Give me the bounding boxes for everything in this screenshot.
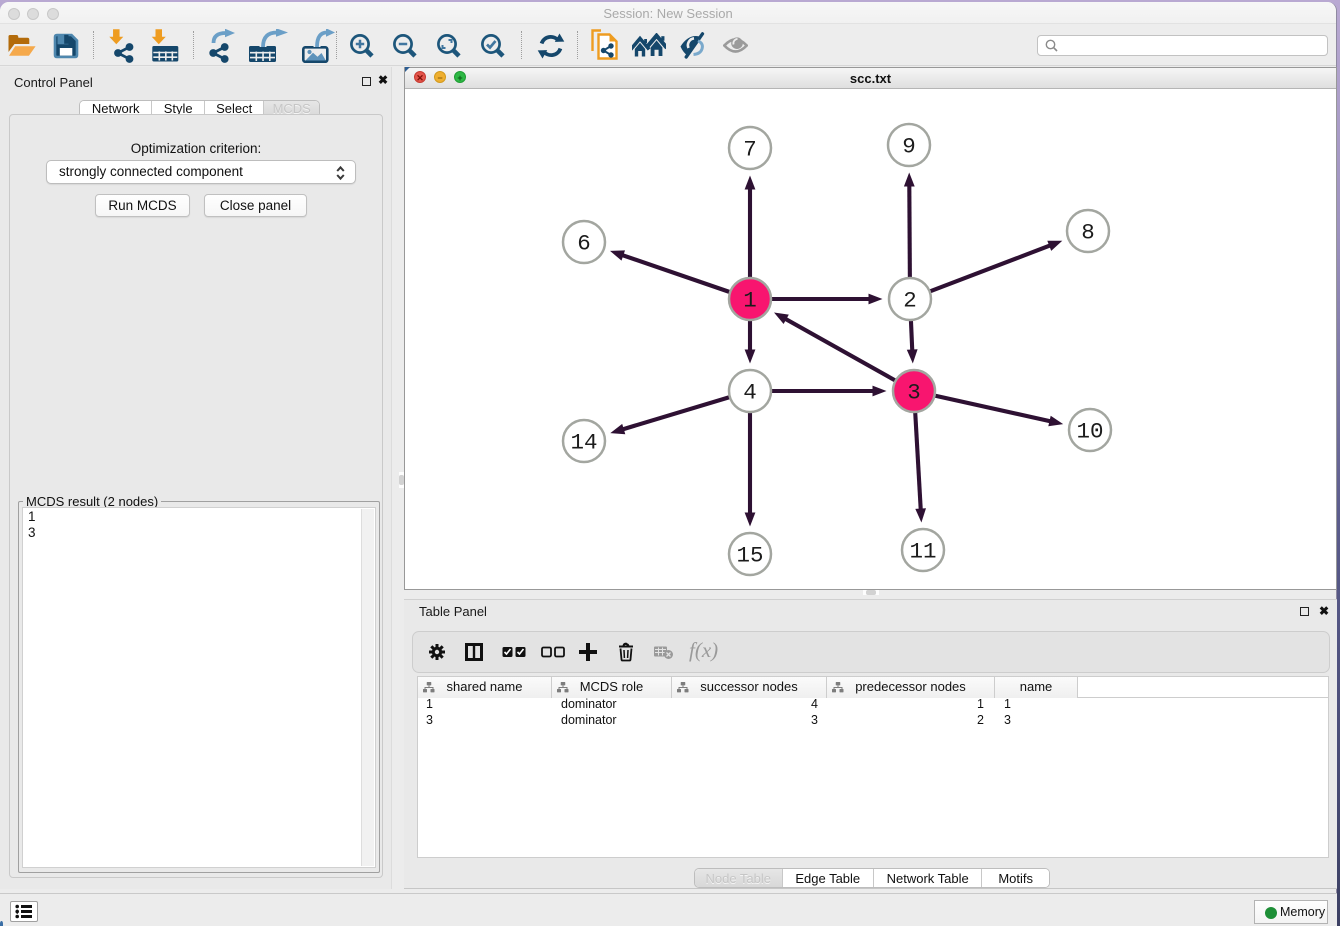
svg-text:2: 2: [903, 288, 917, 314]
svg-text:14: 14: [570, 430, 597, 456]
svg-text:8: 8: [1081, 220, 1095, 246]
svg-text:f(x): f(x): [689, 640, 718, 662]
svg-text:6: 6: [577, 231, 591, 257]
svg-text:3: 3: [907, 380, 921, 406]
svg-text:11: 11: [909, 539, 936, 565]
svg-text:1: 1: [743, 288, 757, 314]
svg-text:9: 9: [902, 134, 916, 160]
svg-text:15: 15: [736, 543, 763, 569]
svg-text:10: 10: [1076, 419, 1103, 445]
svg-text:4: 4: [743, 380, 757, 406]
svg-text:7: 7: [743, 137, 757, 163]
